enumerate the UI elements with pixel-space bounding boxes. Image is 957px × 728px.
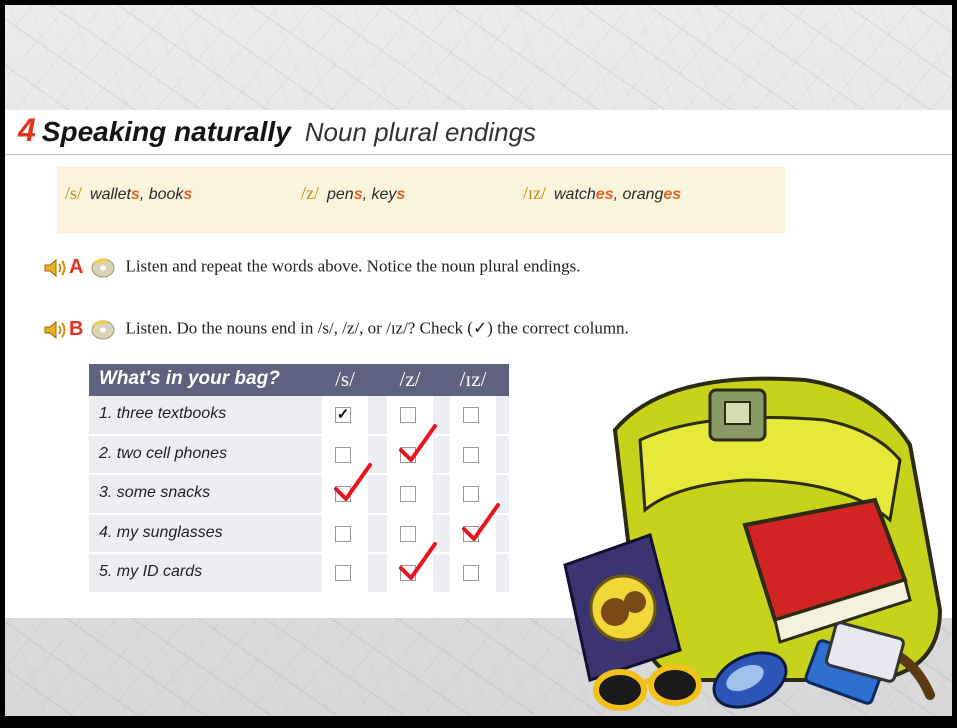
answer-checkbox[interactable]: ✓ — [335, 407, 351, 423]
step-letter: A — [69, 256, 84, 278]
word-ending: s — [396, 186, 406, 203]
lesson-panel: 4 Speaking naturally Noun plural endings /… — [5, 110, 952, 711]
word-stem: book — [148, 186, 184, 203]
table-title: What's in your bag? — [99, 368, 280, 389]
speaker-icon[interactable] — [43, 258, 67, 278]
answer-checkbox[interactable] — [463, 565, 479, 581]
table-row: 2. two cell phones — [89, 423, 509, 475]
step-text: Listen. Do the nouns end in /s/, /z/, or… — [125, 318, 629, 338]
table-body: 1. three textbooks ✓ 2. two cell phones 3. … — [89, 396, 509, 594]
phoneme: /ɪz/ — [523, 183, 546, 203]
row-label: 3. some snacks — [99, 484, 211, 501]
speaker-icon[interactable] — [43, 320, 67, 340]
table-row: 1. three textbooks ✓ — [89, 396, 509, 436]
word-stem: pen — [327, 186, 354, 203]
row-label: 4. my sunglasses — [99, 523, 223, 541]
example-s: /s/wallets, books — [65, 183, 192, 204]
table-row: 4. my sunglasses — [89, 502, 509, 554]
step-letter: B — [69, 318, 84, 340]
table-row: 3. some snacks — [89, 463, 509, 515]
handwritten-check-mark — [399, 423, 437, 462]
word-sep: , — [362, 186, 372, 203]
word-ending: es — [663, 186, 682, 203]
word-stem: wallet — [90, 186, 131, 203]
column-header-s: /s/ — [335, 367, 355, 391]
column-header-iz: /ɪz/ — [459, 367, 487, 391]
answer-checkbox[interactable] — [400, 486, 416, 502]
word-stem: key — [371, 186, 397, 203]
school-bag-illustration — [563, 376, 943, 711]
cd-icon[interactable] — [89, 319, 115, 341]
sunglasses — [593, 664, 702, 711]
table-header: What's in your bag? /s/ /z/ /ɪz/ — [89, 364, 509, 396]
row-label: 1. three textbooks — [99, 405, 227, 422]
section-subtitle: Noun plural endings — [304, 117, 537, 147]
example-z: /z/pens, keys — [301, 183, 405, 204]
word-ending: s — [183, 186, 193, 203]
plural-endings-table: What's in your bag? /s/ /z/ /ɪz/ 1. thre… — [89, 364, 509, 594]
phoneme: /z/ — [301, 183, 319, 203]
step-b: B Listen. Do the nouns end in /s/, /z/, o… — [43, 318, 629, 341]
handwritten-check-mark — [334, 463, 372, 501]
handwritten-check-mark — [462, 502, 500, 541]
word-stem: orang — [622, 186, 664, 203]
table-row: 5. my ID cards — [89, 542, 509, 594]
example-iz: /ɪz/watches, oranges — [523, 183, 681, 204]
word-sep: , — [139, 186, 149, 203]
section-number: 4 — [18, 112, 36, 148]
word-stem: watch — [554, 186, 596, 203]
row-label: 5. my ID cards — [99, 563, 203, 580]
section-title: 4 Speaking naturally Noun plural endings — [18, 112, 536, 149]
answer-checkbox[interactable] — [463, 446, 479, 463]
phoneme: /s/ — [65, 183, 83, 203]
answer-checkbox[interactable] — [335, 525, 351, 542]
step-text: Listen and repeat the words above. Notic… — [125, 256, 581, 276]
title-rule — [5, 154, 952, 155]
answer-checkbox[interactable] — [335, 565, 351, 581]
word-ending: s — [353, 186, 363, 203]
row-label: 2. two cell phones — [99, 444, 228, 462]
cd-icon[interactable] — [89, 257, 115, 279]
word-ending: es — [595, 186, 614, 203]
examples-band: /s/wallets, books /z/pens, keys /ɪz/watc… — [57, 166, 785, 234]
word-ending: s — [130, 186, 140, 203]
handwritten-check-mark — [399, 542, 437, 580]
section-heading: Speaking naturally — [41, 116, 291, 147]
step-a: A Listen and repeat the words above. Noti… — [43, 256, 581, 279]
column-header-z: /z/ — [399, 367, 421, 391]
answer-checkbox[interactable] — [463, 407, 479, 423]
